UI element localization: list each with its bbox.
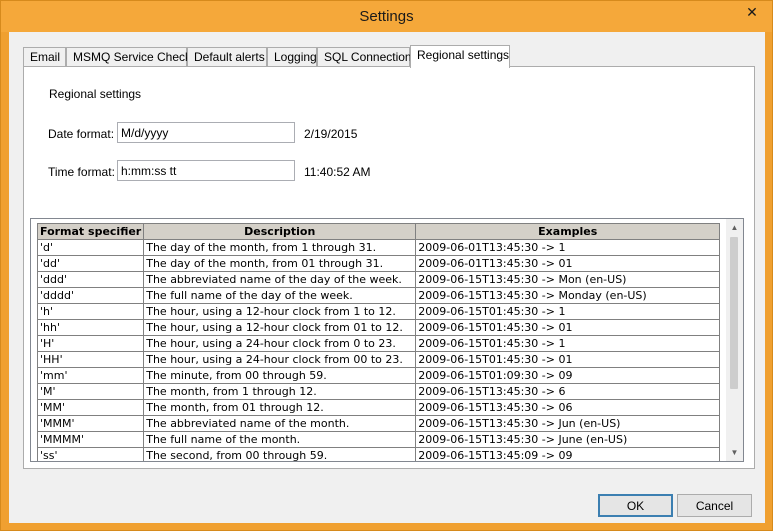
date-format-input[interactable] (117, 122, 295, 143)
format-specifier-cell: 'h' (36, 303, 145, 320)
tab-regional-settings[interactable]: Regional settings (410, 45, 510, 68)
table-row[interactable]: 'HH' The hour, using a 24-hour clock from… (36, 351, 721, 368)
description-cell: The second, from 00 through 59. (143, 447, 417, 461)
table-row[interactable]: 'ss' The second, from 00 through 59. 2009-… (36, 447, 721, 461)
scroll-up-icon[interactable]: ▲ (726, 219, 743, 236)
time-format-label: Time format: (48, 165, 115, 179)
format-specifier-cell: 'ss' (36, 447, 145, 461)
description-cell: The hour, using a 24-hour clock from 00 … (143, 351, 417, 368)
table-row[interactable]: 'dd' The day of the month, from 01 throug… (36, 255, 721, 272)
table-row[interactable]: 'dddd' The full name of the day of the we… (36, 287, 721, 304)
tab-sql-connections[interactable]: SQL Connections (317, 47, 418, 67)
table-row[interactable]: 'MMM' The abbreviated name of the month. 2… (36, 415, 721, 432)
description-cell: The hour, using a 12-hour clock from 1 t… (143, 303, 417, 320)
format-specifier-cell: 'ddd' (36, 271, 145, 288)
tab-msmq-service-check[interactable]: MSMQ Service Check (66, 47, 191, 67)
example-cell: 2009-06-15T13:45:30 -> Mon (en-US) (415, 271, 721, 288)
table-row[interactable]: 'H' The hour, using a 24-hour clock from … (36, 335, 721, 352)
example-cell: 2009-06-01T13:45:30 -> 1 (415, 239, 721, 256)
format-specifier-cell: 'M' (36, 383, 145, 400)
ok-button[interactable]: OK (598, 494, 673, 517)
close-icon[interactable]: ✕ (738, 2, 766, 22)
format-table: Format specifier Description Examples 'd… (36, 223, 721, 461)
table-row[interactable]: 'M' The month, from 1 through 12. 2009-06-… (36, 383, 721, 400)
example-cell: 2009-06-15T01:45:30 -> 1 (415, 335, 721, 352)
time-format-preview: 11:40:52 AM (304, 165, 371, 179)
format-specifier-cell: 'MM' (36, 399, 145, 416)
title-bar[interactable]: Settings ✕ (1, 1, 772, 32)
table-header-row: Format specifier Description Examples (36, 223, 721, 240)
date-format-label: Date format: (48, 127, 115, 141)
example-cell: 2009-06-01T13:45:30 -> 01 (415, 255, 721, 272)
section-title: Regional settings (49, 87, 142, 101)
description-cell: The full name of the day of the week. (143, 287, 417, 304)
description-cell: The day of the month, from 01 through 31… (143, 255, 417, 272)
vertical-scrollbar[interactable]: ▲ ▼ (726, 219, 743, 461)
format-specifier-cell: 'HH' (36, 351, 145, 368)
scrollbar-thumb[interactable] (730, 237, 738, 389)
example-cell: 2009-06-15T01:45:30 -> 01 (415, 319, 721, 336)
description-cell: The abbreviated name of the month. (143, 415, 417, 432)
table-row[interactable]: 'MMMM' The full name of the month. 2009-06… (36, 431, 721, 448)
example-cell: 2009-06-15T13:45:30 -> 06 (415, 399, 721, 416)
time-format-input[interactable] (117, 160, 295, 181)
description-cell: The abbreviated name of the day of the w… (143, 271, 417, 288)
example-cell: 2009-06-15T13:45:30 -> 6 (415, 383, 721, 400)
description-cell: The minute, from 00 through 59. (143, 367, 417, 384)
tab-email[interactable]: Email (23, 47, 66, 67)
format-specifier-cell: 'dddd' (36, 287, 145, 304)
format-specifier-cell: 'mm' (36, 367, 145, 384)
table-row[interactable]: 'h' The hour, using a 12-hour clock from … (36, 303, 721, 320)
dialog-client-area: Email MSMQ Service Check Default alerts … (9, 32, 765, 523)
settings-window: Settings ✕ Email MSMQ Service Check Defa… (0, 0, 773, 531)
date-format-preview: 2/19/2015 (304, 127, 358, 141)
format-specifier-cell: 'MMMM' (36, 431, 145, 448)
description-cell: The full name of the month. (143, 431, 417, 448)
format-specifier-cell: 'dd' (36, 255, 145, 272)
example-cell: 2009-06-15T01:45:30 -> 01 (415, 351, 721, 368)
cancel-button[interactable]: Cancel (677, 494, 752, 517)
column-header-description[interactable]: Description (143, 223, 417, 240)
table-row[interactable]: 'MM' The month, from 01 through 12. 2009-0… (36, 399, 721, 416)
tab-default-alerts[interactable]: Default alerts (187, 47, 267, 67)
table-row[interactable]: 'ddd' The abbreviated name of the day of … (36, 271, 721, 288)
example-cell: 2009-06-15T13:45:09 -> 09 (415, 447, 721, 461)
table-row[interactable]: 'hh' The hour, using a 12-hour clock from… (36, 319, 721, 336)
description-cell: The hour, using a 24-hour clock from 0 t… (143, 335, 417, 352)
description-cell: The month, from 1 through 12. (143, 383, 417, 400)
table-row[interactable]: 'mm' The minute, from 00 through 59. 2009-… (36, 367, 721, 384)
regional-settings-panel: Regional settings Date format: 2/19/2015… (23, 66, 755, 469)
format-specifier-cell: 'H' (36, 335, 145, 352)
example-cell: 2009-06-15T13:45:30 -> Monday (en-US) (415, 287, 721, 304)
format-specifier-cell: 'hh' (36, 319, 145, 336)
example-cell: 2009-06-15T01:45:30 -> 1 (415, 303, 721, 320)
column-header-examples[interactable]: Examples (415, 223, 721, 240)
description-cell: The hour, using a 12-hour clock from 01 … (143, 319, 417, 336)
scroll-down-icon[interactable]: ▼ (726, 444, 743, 461)
example-cell: 2009-06-15T13:45:30 -> June (en-US) (415, 431, 721, 448)
format-specifier-grid[interactable]: Format specifier Description Examples 'd… (30, 218, 744, 462)
tab-logging[interactable]: Logging (267, 47, 317, 67)
table-row[interactable]: 'd' The day of the month, from 1 through … (36, 239, 721, 256)
column-header-format-specifier[interactable]: Format specifier (36, 223, 145, 240)
format-specifier-cell: 'MMM' (36, 415, 145, 432)
description-cell: The month, from 01 through 12. (143, 399, 417, 416)
example-cell: 2009-06-15T13:45:30 -> Jun (en-US) (415, 415, 721, 432)
window-title: Settings (359, 8, 414, 25)
description-cell: The day of the month, from 1 through 31. (143, 239, 417, 256)
example-cell: 2009-06-15T01:09:30 -> 09 (415, 367, 721, 384)
table-body: 'd' The day of the month, from 1 through … (36, 239, 721, 461)
format-specifier-cell: 'd' (36, 239, 145, 256)
